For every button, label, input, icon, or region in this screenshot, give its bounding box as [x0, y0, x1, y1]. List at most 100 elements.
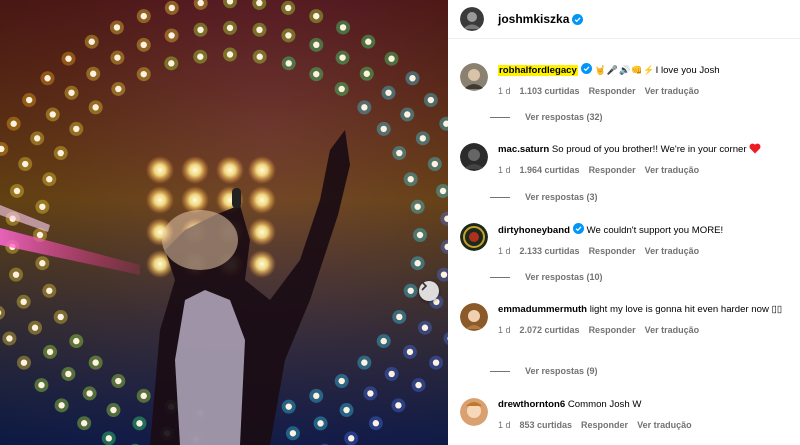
stage-light [385, 89, 392, 96]
stage-light [68, 89, 75, 96]
stage-light [20, 298, 27, 306]
comment-age: 1 d [498, 86, 511, 96]
verified-badge-icon [572, 223, 584, 234]
stage-light [88, 38, 95, 45]
stage-light [140, 70, 147, 78]
comment-username[interactable]: dirtyhoneyband [498, 225, 570, 236]
stage-light [10, 120, 17, 127]
likes-count[interactable]: 853 curtidas [520, 419, 573, 432]
stage-light [427, 96, 435, 104]
translate-button[interactable]: Ver tradução [645, 324, 700, 337]
stage-light [380, 337, 387, 345]
stage-light [414, 203, 421, 210]
stage-light [57, 149, 64, 157]
stage-light [12, 271, 20, 278]
stage-light [197, 53, 204, 60]
stage-light [363, 70, 370, 77]
comment-username[interactable]: mac.saturn [498, 144, 549, 155]
translate-button[interactable]: Ver tradução [645, 85, 700, 98]
stage-light [419, 135, 427, 142]
panel-light [248, 250, 276, 278]
view-replies-button[interactable]: Ver respostas (10) [490, 272, 603, 282]
rock-hand-emoji: 🤘 [594, 65, 606, 75]
view-replies-label: Ver respostas (3) [525, 192, 598, 202]
stage-light [65, 370, 72, 378]
panel-light [216, 156, 244, 184]
view-replies-label: Ver respostas (9) [525, 366, 598, 376]
stage-light [406, 348, 414, 356]
stage-light [407, 176, 414, 183]
stage-light [22, 160, 29, 168]
reply-button[interactable]: Responder [589, 85, 636, 98]
stage-light [396, 313, 403, 321]
likes-count[interactable]: 2.133 curtidas [520, 245, 580, 258]
stage-light [20, 359, 28, 366]
stage-light [313, 70, 320, 78]
stage-light [39, 203, 46, 210]
comment-avatar[interactable] [460, 398, 488, 426]
comment-avatar[interactable] [460, 223, 488, 251]
likes-count[interactable]: 1.964 curtidas [520, 164, 580, 177]
stage-light [416, 231, 424, 239]
likes-count[interactable]: 2.072 curtidas [520, 324, 580, 337]
speaker-emoji: 🔊 [618, 65, 631, 75]
stage-light [338, 377, 345, 385]
stage-light [380, 125, 387, 133]
stage-light [388, 370, 395, 378]
stage-light [317, 420, 324, 427]
stage-light [407, 287, 414, 294]
post-header: joshmkiszka [448, 0, 800, 39]
stage-light [6, 335, 13, 342]
author-username[interactable]: joshmkiszka [498, 12, 569, 26]
next-image-button[interactable] [419, 281, 439, 301]
stage-light [86, 390, 93, 397]
stage-light [110, 406, 117, 414]
stage-light [46, 287, 53, 294]
stage-light [90, 70, 97, 77]
stage-light [33, 135, 41, 142]
stage-light [136, 420, 143, 427]
translate-button[interactable]: Ver tradução [645, 164, 700, 177]
reply-button[interactable]: Responder [581, 419, 628, 432]
replies-divider [490, 196, 510, 198]
reply-button[interactable]: Responder [589, 245, 636, 258]
stage-light [58, 402, 65, 409]
comment-username[interactable]: robhalfordlegacy [498, 65, 578, 76]
translate-button[interactable]: Ver tradução [637, 419, 692, 432]
reply-button[interactable]: Responder [589, 324, 636, 337]
view-replies-button[interactable]: Ver respostas (9) [490, 366, 598, 376]
view-replies-label: Ver respostas (32) [525, 112, 603, 122]
translate-button[interactable]: Ver tradução [645, 245, 700, 258]
comment-avatar[interactable] [460, 143, 488, 171]
view-replies-button[interactable]: Ver respostas (3) [490, 192, 598, 202]
stage-light [285, 32, 292, 39]
stage-light [338, 85, 345, 93]
stage-light [313, 12, 320, 20]
stage-light [38, 381, 45, 389]
lightning-emoji: ⚡ [643, 65, 655, 75]
comment-username[interactable]: drewthornton6 [498, 399, 565, 410]
stage-light [256, 0, 263, 7]
stage-light [361, 104, 368, 111]
panel-light [146, 186, 174, 214]
comment-avatar[interactable] [460, 63, 488, 91]
stage-light [256, 53, 263, 60]
stage-light [65, 55, 72, 62]
view-replies-button[interactable]: Ver respostas (32) [490, 112, 603, 122]
stage-light [343, 406, 350, 414]
comment-text: light my love is gonna hit even harder n… [589, 304, 769, 315]
fist-emoji: 👊 [631, 65, 643, 75]
comment-username[interactable]: emmadummermuth [498, 304, 587, 315]
comment-avatar[interactable] [460, 303, 488, 331]
likes-count[interactable]: 1.103 curtidas [520, 85, 580, 98]
stage-light [114, 54, 121, 61]
panel-light [248, 186, 276, 214]
stage-light [140, 12, 147, 20]
stage-light [140, 41, 147, 49]
stage-light [13, 187, 21, 195]
concert-photo [0, 0, 448, 445]
reply-button[interactable]: Responder [589, 164, 636, 177]
stage-light [115, 85, 122, 93]
author-avatar[interactable] [460, 7, 484, 31]
comments-panel: joshmkiszka robhalfordlegacy 🤘🎤🔊👊⚡I love… [448, 0, 800, 445]
